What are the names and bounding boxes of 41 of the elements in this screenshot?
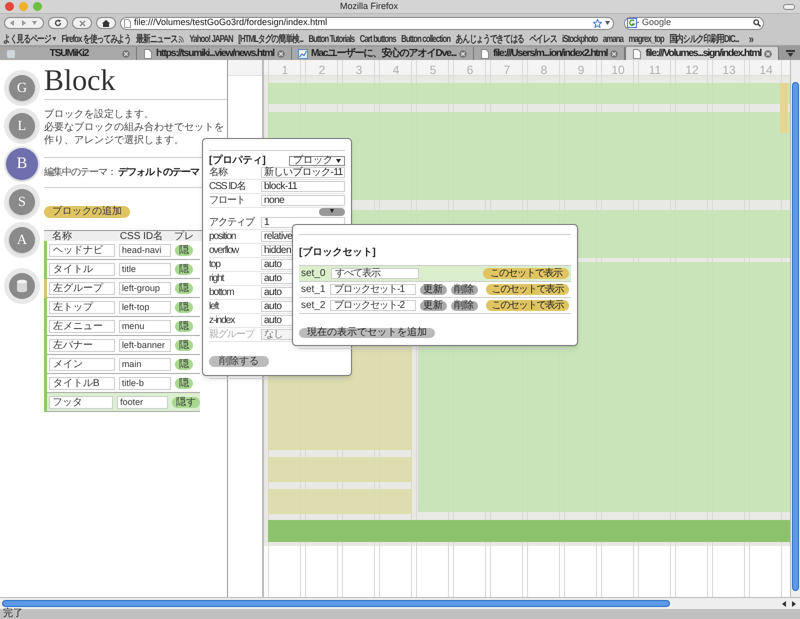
column-header: 名称 [50,230,73,242]
field-label: フロート [209,194,246,208]
field-label: 親グループ [209,328,256,342]
column-number: 8 [540,62,548,79]
column-number: 13 [722,62,736,79]
column-number: 3 [354,62,364,79]
column-number: 14 [759,62,773,79]
field-label: right [209,272,225,286]
field-label: CSS ID名 [209,180,246,194]
field-label: overflow [209,244,240,258]
column-number: 10 [611,62,625,79]
field-label: bottom [209,286,235,300]
column-number: 9 [576,62,586,79]
column-number: 2 [318,62,326,79]
status-text: 完了 [3,609,23,619]
description-text: 必要なブロックの組み合わせでセットを作り、アレンジで選択します。 [44,121,225,147]
field-label: 名称 [209,166,228,180]
set-name: set_0 [301,267,326,281]
field-label: top [209,258,222,272]
field-label: left [209,300,220,314]
set-name: set_2 [301,299,326,313]
column-number: 1 [280,62,290,79]
theme-name: デフォルトのテーマ [118,166,199,180]
set-name: set_1 [301,283,326,297]
window-title: Mozilla Firefox [340,0,398,13]
column-number: 12 [685,62,699,79]
column-number: 6 [466,62,474,79]
column-number: 5 [428,62,438,79]
field-label: position [209,230,237,244]
page-heading: Block [44,60,227,100]
panel-title: [プロパティ] [209,153,266,166]
column-number: 7 [502,62,512,79]
theme-label: 編集中のテーマ： [44,166,116,180]
description-text: ブロックを設定します。 [44,108,155,121]
column-number: 4 [392,62,400,79]
field-label: アクティブ [209,216,256,230]
panel-title: [ブロックセット] [299,247,376,258]
field-label: z-index [209,314,236,328]
column-header: プレ [174,230,195,242]
column-number: 11 [648,62,662,79]
column-header: CSS ID名 [118,230,164,242]
